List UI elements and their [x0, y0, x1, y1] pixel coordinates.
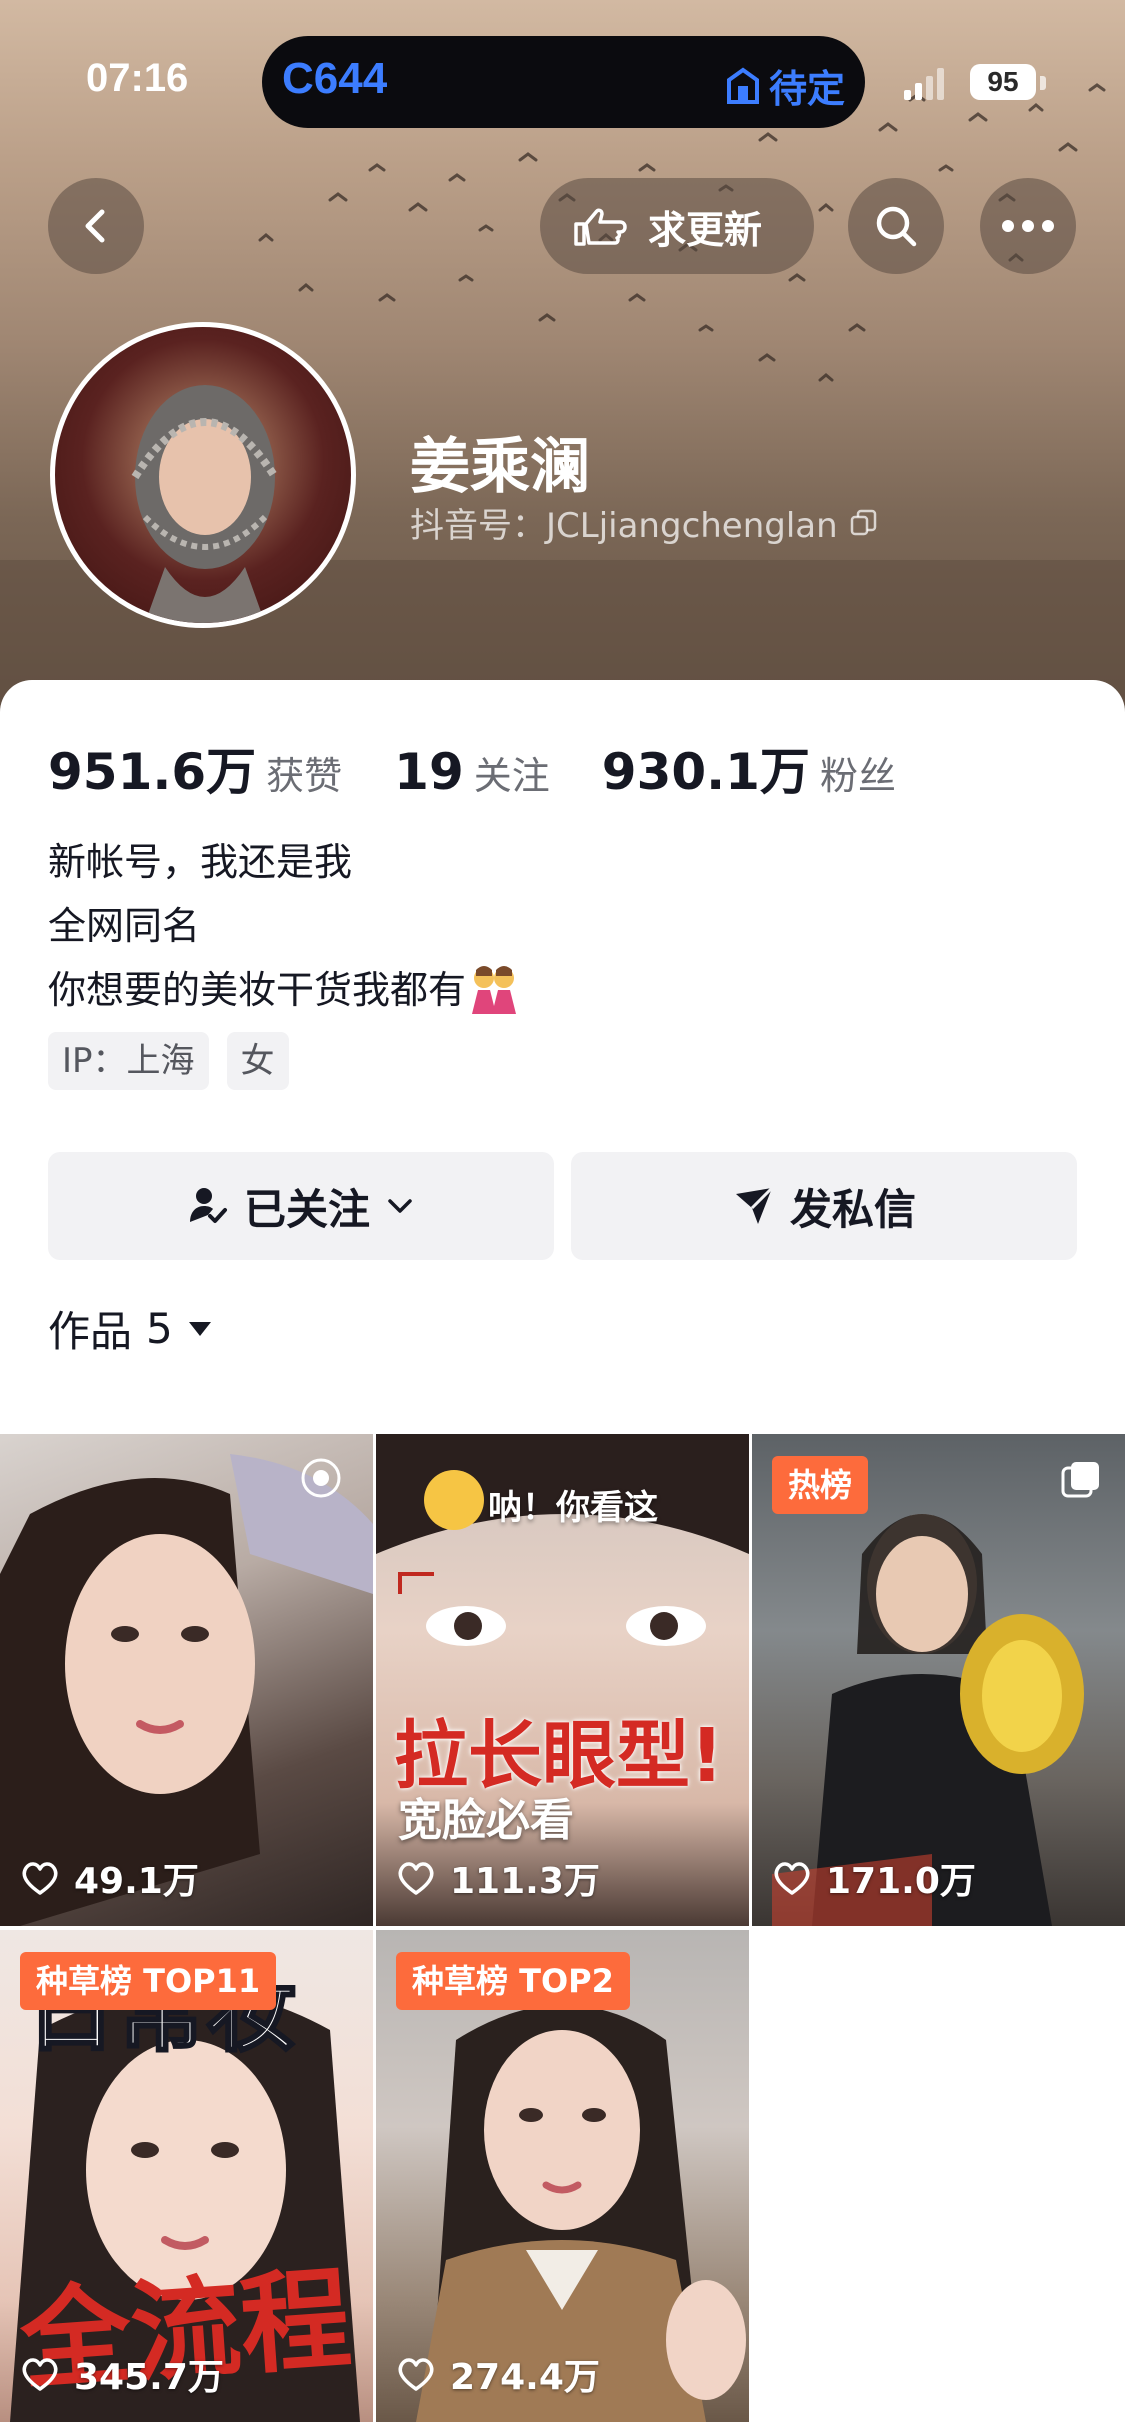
heart-icon [398, 1862, 434, 1895]
ranking-badge: 种草榜 TOP2 [396, 1952, 630, 2010]
like-count: 49.1万 [20, 1852, 199, 1904]
like-count: 274.4万 [396, 2348, 600, 2400]
send-message-button[interactable]: 发私信 [571, 1152, 1077, 1260]
message-label: 发私信 [789, 1184, 916, 1234]
works-tab[interactable]: 作品 5 [48, 1298, 213, 1359]
multi-image-icon [1061, 1462, 1099, 1498]
ip-tag: IP：上海 [48, 1032, 209, 1090]
like-count: 345.7万 [20, 2348, 224, 2400]
works-count: 5 [146, 1304, 173, 1353]
chevron-down-icon [388, 1199, 412, 1213]
two-women-dancing-emoji [472, 966, 517, 1014]
gender-tag: 女 [226, 1032, 289, 1090]
heart-icon [398, 2358, 434, 2391]
video-tile[interactable]: 呐！你看这 拉长眼型! 宽脸必看 111.3万 [376, 1434, 749, 1926]
chevron-left-icon [85, 209, 105, 243]
battery-level: 95 [970, 64, 1036, 100]
following-count[interactable]: 19 [394, 743, 464, 801]
heart-icon [774, 1862, 810, 1895]
video-overlay-subtitle: 宽脸必看 [398, 1795, 574, 1846]
search-button[interactable] [848, 178, 944, 274]
hot-list-badge: 热榜 [772, 1456, 869, 1514]
search-icon [876, 206, 917, 247]
copy-icon[interactable] [848, 508, 878, 538]
heart-icon [22, 2358, 58, 2391]
heart-icon [22, 1862, 58, 1895]
status-time: 07:16 [86, 56, 189, 100]
douyin-id: 抖音号：JCLjiangchenglan [410, 506, 838, 546]
like-count-value: 111.3万 [450, 1861, 600, 1902]
like-count: 111.3万 [396, 1852, 600, 1904]
video-tile[interactable]: 热榜 171.0万 [752, 1434, 1125, 1926]
like-count-value: 49.1万 [74, 1861, 199, 1902]
bio: 新帐号，我还是我 全网同名 你想要的美妆干货我都有 [48, 830, 522, 1022]
signal-icon [904, 68, 944, 100]
like-count-value: 345.7万 [74, 2357, 224, 2398]
bio-line: 你想要的美妆干货我都有 [48, 958, 522, 1022]
back-button[interactable] [48, 178, 144, 274]
user-check-icon [189, 1188, 227, 1223]
request-update-label: 求更新 [648, 207, 763, 252]
video-tile[interactable]: 49.1万 [0, 1434, 373, 1926]
followed-button[interactable]: 已关注 [48, 1152, 554, 1260]
followers-label[interactable]: 粉丝 [820, 745, 896, 800]
island-code: C644 [282, 54, 388, 103]
building-icon [726, 67, 759, 104]
send-icon [735, 1186, 774, 1224]
profile-id-row: 抖音号：JCLjiangchenglan [410, 498, 878, 547]
request-update-button[interactable]: 求更新 [540, 178, 814, 274]
stats-row: 951.6万 获赞 19 关注 930.1万 粉丝 [48, 732, 948, 804]
bio-line: 全网同名 [48, 904, 201, 948]
followers-count[interactable]: 930.1万 [602, 732, 810, 804]
caret-down-icon [188, 1321, 211, 1336]
more-button[interactable] [980, 178, 1076, 274]
pointing-hand-icon [574, 208, 627, 246]
works-label: 作品 [48, 1307, 133, 1356]
followed-label: 已关注 [243, 1184, 370, 1234]
pin-icon [301, 1458, 341, 1498]
bio-text: 你想要的美妆干货我都有 [48, 968, 467, 1012]
video-tile[interactable]: 种草榜 TOP2 274.4万 [376, 1930, 749, 2422]
following-label[interactable]: 关注 [474, 745, 550, 800]
island-status: 待定 [768, 67, 845, 111]
video-overlay-caption: 呐！你看这 [488, 1488, 658, 1528]
avatar-portrait [131, 385, 279, 623]
video-tile[interactable]: 日常妆 全流程 种草榜 TOP11 345.7万 [0, 1930, 373, 2422]
profile-name: 姜乘澜 [410, 432, 590, 502]
tags: IP：上海 女 [48, 1032, 289, 1090]
battery-tip [1040, 76, 1046, 90]
likes-label: 获赞 [266, 754, 343, 798]
like-count-value: 171.0万 [826, 1861, 976, 1902]
more-icon [1002, 220, 1054, 232]
likes-count: 951.6万 [48, 743, 257, 801]
ranking-badge: 种草榜 TOP11 [20, 1952, 277, 2010]
avatar[interactable] [50, 322, 356, 628]
bio-line: 新帐号，我还是我 [48, 840, 353, 884]
like-count-value: 274.4万 [450, 2357, 600, 2398]
dynamic-island[interactable]: C644 待定 [262, 36, 865, 128]
like-count: 171.0万 [772, 1852, 976, 1904]
